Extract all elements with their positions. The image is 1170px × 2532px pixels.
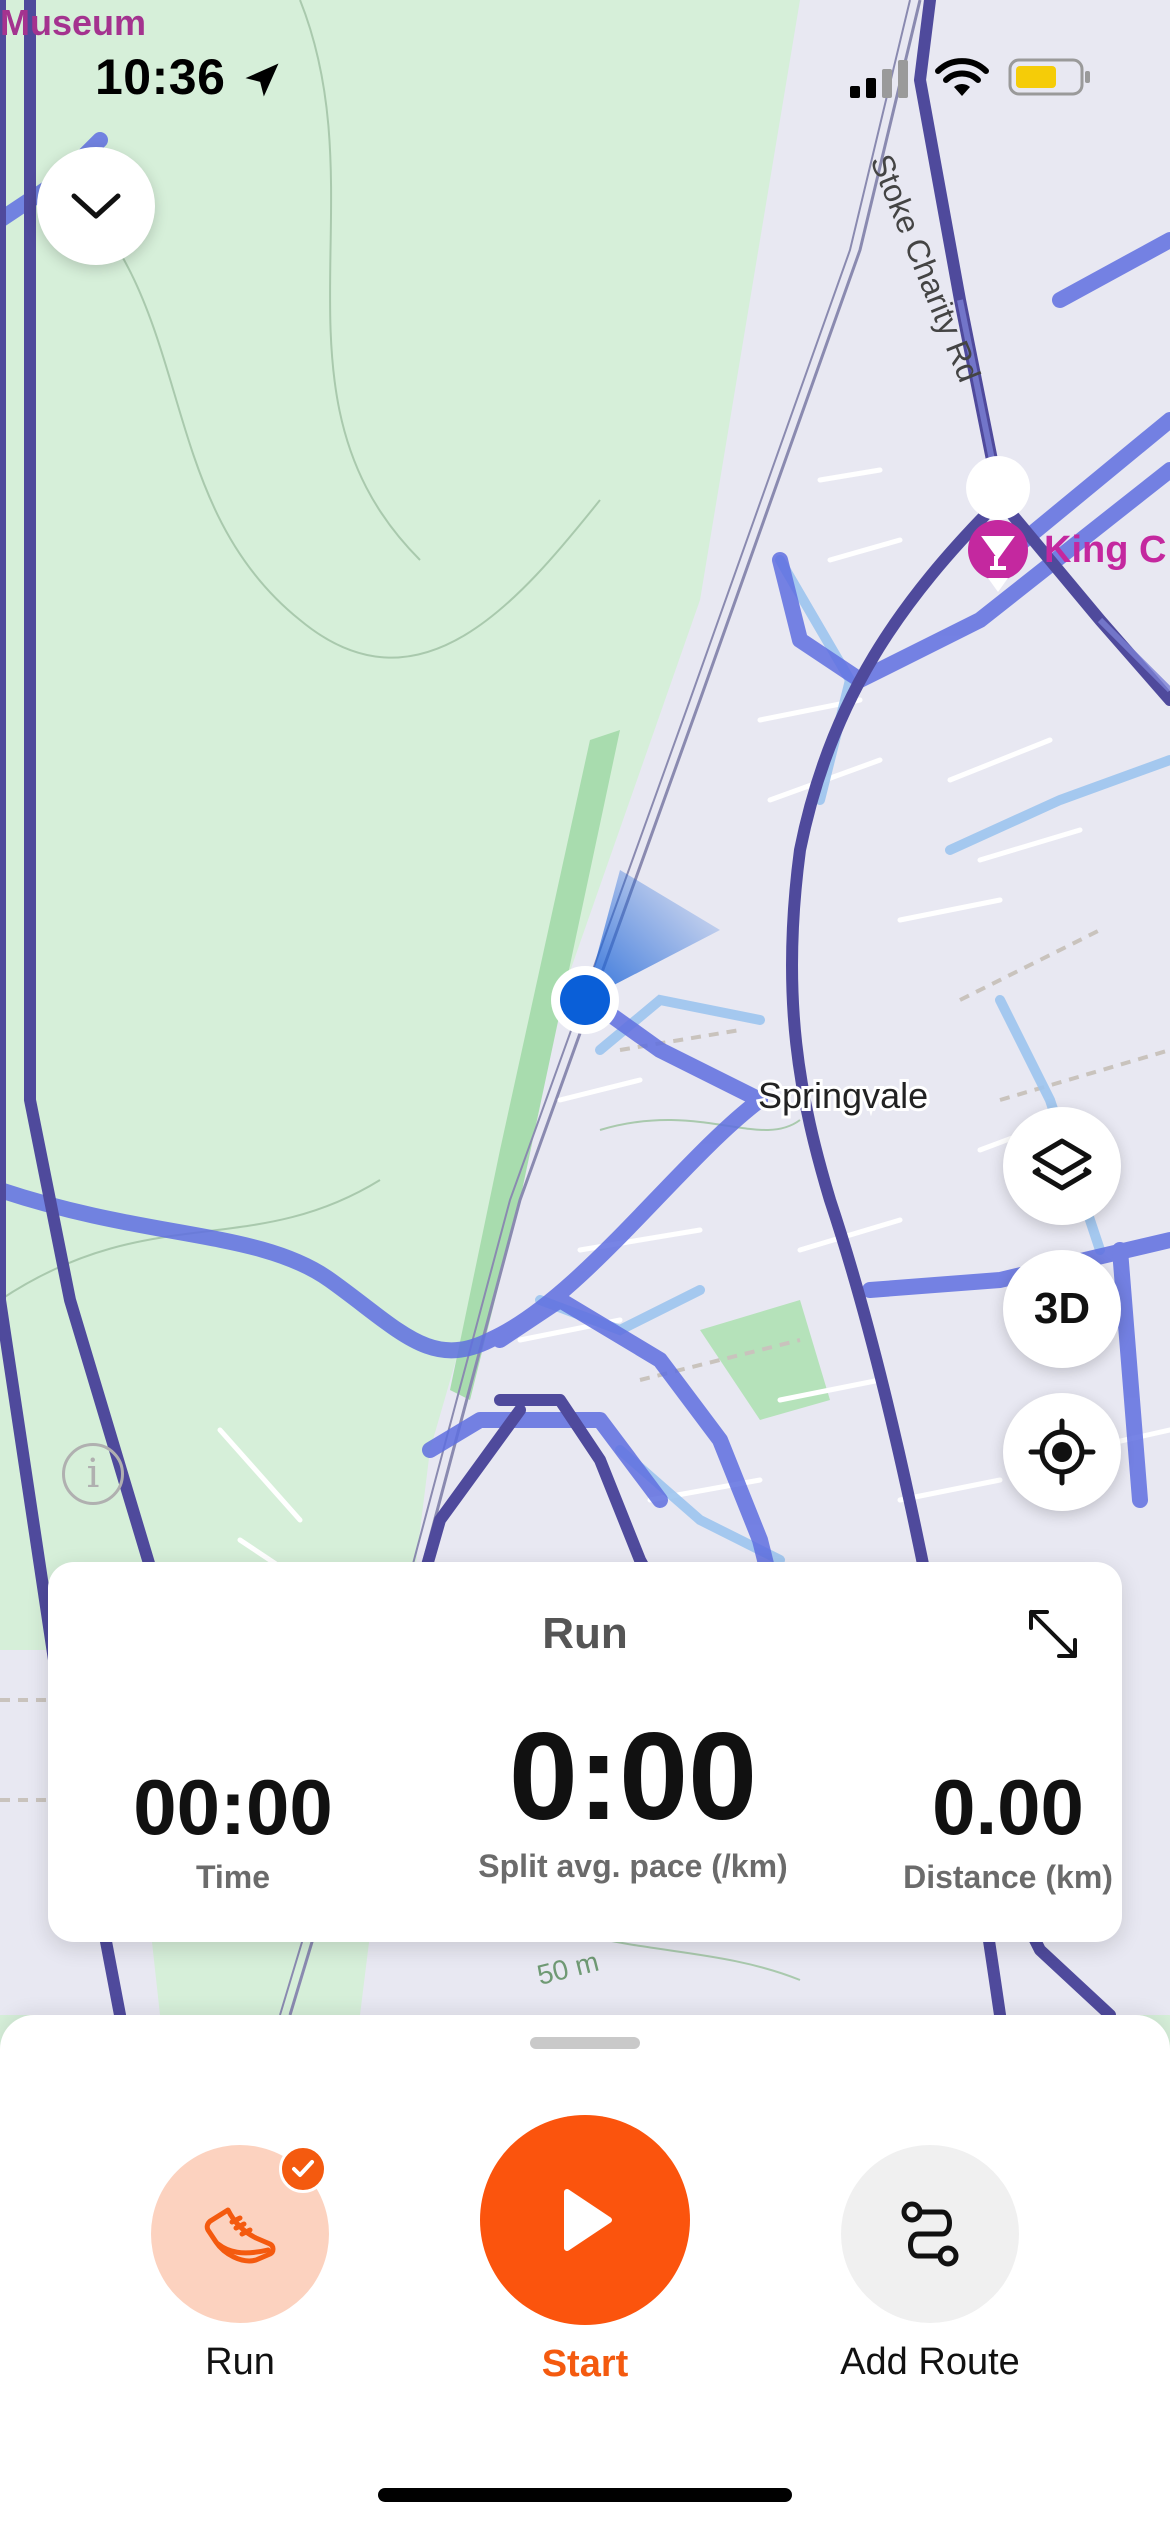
battery-icon (1008, 58, 1090, 96)
add-route-label: Add Route (840, 2341, 1020, 2383)
status-time: 10:36 (95, 49, 226, 105)
map-label-museum: Museum (0, 2, 147, 43)
start-circle[interactable] (480, 2115, 690, 2325)
recenter-button[interactable] (1003, 1393, 1121, 1511)
bottom-sheet: Run Start Add Route (0, 2015, 1170, 2532)
location-arrow-icon (245, 63, 279, 97)
distance-stat: 0.00 Distance (km) (848, 1762, 1168, 1896)
home-indicator (378, 2488, 792, 2502)
running-shoe-icon (204, 2207, 276, 2264)
pace-stat: 0:00 Split avg. pace (/km) (408, 1712, 858, 1885)
3d-toggle-button[interactable]: 3D (1003, 1250, 1121, 1368)
sport-type-button[interactable]: Run (140, 2145, 340, 2384)
add-route-button[interactable]: Add Route (810, 2145, 1050, 2384)
sport-type-label: Run (205, 2341, 275, 2383)
distance-label: Distance (km) (903, 1859, 1113, 1895)
crosshair-icon (1028, 1418, 1096, 1486)
wifi-icon (935, 58, 989, 96)
sport-type-circle[interactable] (151, 2145, 329, 2323)
time-label: Time (195, 1859, 271, 1895)
map-label-poi[interactable]: King C (1044, 529, 1166, 571)
activity-stats-card: Run 00:00 Time 0:00 Split avg. pace (/km… (48, 1562, 1122, 1942)
checkmark-icon (292, 2160, 314, 2177)
pace-value: 0:00 (508, 1708, 758, 1846)
start-button[interactable]: Start (460, 2115, 710, 2386)
chevron-down-icon (71, 193, 121, 219)
map-info-button[interactable]: i (62, 1443, 124, 1505)
expand-icon[interactable] (1023, 1604, 1083, 1664)
layers-icon (1032, 1138, 1092, 1191)
sheet-grabber[interactable] (530, 2037, 640, 2049)
time-value: 00:00 (133, 1763, 333, 1851)
collapse-button[interactable] (37, 147, 155, 265)
play-icon (564, 2189, 612, 2251)
route-icon (901, 2201, 959, 2267)
selected-check-badge (279, 2145, 327, 2193)
map-layers-button[interactable] (1003, 1107, 1121, 1225)
time-stat: 00:00 Time (88, 1762, 378, 1896)
pace-label: Split avg. pace (/km) (478, 1848, 788, 1884)
start-label: Start (541, 2343, 629, 2385)
cellular-signal-icon (850, 60, 908, 98)
add-route-circle[interactable] (841, 2145, 1019, 2323)
activity-type-title: Run (542, 1609, 628, 1658)
distance-value: 0.00 (932, 1763, 1084, 1851)
map-label-town: Springvale (758, 1075, 928, 1116)
